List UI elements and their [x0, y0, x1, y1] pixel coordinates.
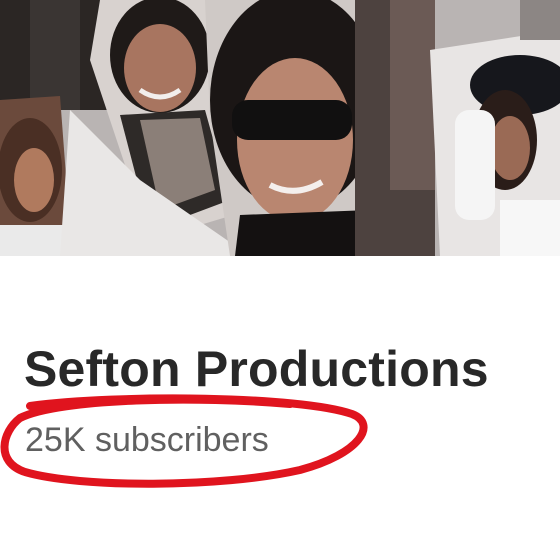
- channel-header: Sefton Productions 25K subscribers: [0, 0, 560, 560]
- subscriber-count: 25K subscribers: [25, 421, 269, 459]
- channel-banner: [0, 0, 560, 256]
- channel-name[interactable]: Sefton Productions: [24, 340, 489, 398]
- banner-collage-image: [0, 0, 560, 256]
